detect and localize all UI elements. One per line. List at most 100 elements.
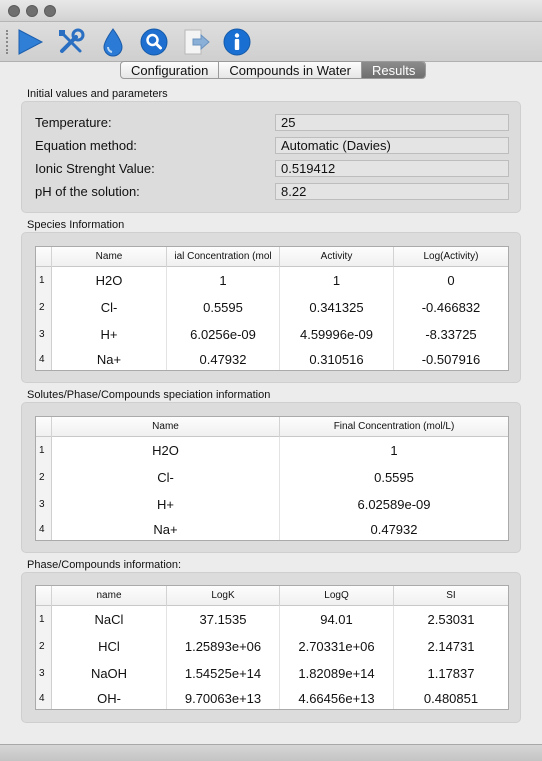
row-number: 3 bbox=[36, 491, 52, 518]
initial-values-group: Temperature: 25 Equation method: Automat… bbox=[21, 101, 521, 213]
ph-label: pH of the solution: bbox=[35, 184, 140, 199]
run-icon bbox=[18, 29, 44, 55]
cell-name: H+ bbox=[52, 321, 167, 348]
cell-name: NaOH bbox=[52, 660, 167, 687]
equation-method-field[interactable]: Automatic (Davies) bbox=[275, 137, 509, 154]
toolbar bbox=[0, 22, 542, 62]
cell-logq: 4.66456e+13 bbox=[280, 687, 394, 709]
water-drop-icon bbox=[103, 28, 123, 57]
cell-name: H2O bbox=[52, 437, 280, 464]
column-header-final-concentration[interactable]: Final Concentration (mol/L) bbox=[280, 417, 508, 437]
row-number: 3 bbox=[36, 660, 52, 687]
toolbar-grip[interactable] bbox=[6, 30, 8, 54]
solutes-table[interactable]: Name Final Concentration (mol/L) 1 H2O 1… bbox=[35, 416, 509, 541]
phase-table-header: name LogK LogQ SI bbox=[36, 586, 508, 606]
cell-name: Cl- bbox=[52, 464, 280, 491]
table-row[interactable]: 4 Na+ 0.47932 bbox=[36, 518, 508, 540]
row-number: 1 bbox=[36, 437, 52, 464]
cell-concentration: 1 bbox=[167, 267, 280, 294]
tab-results[interactable]: Results bbox=[361, 62, 426, 78]
cell-log-activity: 0 bbox=[447, 273, 455, 288]
ionic-strength-row: Ionic Strenght Value: 0.519412 bbox=[35, 160, 515, 178]
column-header-si[interactable]: SI bbox=[394, 586, 508, 606]
ionic-strength-field[interactable]: 0.519412 bbox=[275, 160, 509, 177]
minimize-window-button[interactable] bbox=[26, 5, 38, 17]
row-number: 4 bbox=[36, 687, 52, 709]
cell-si: 1.17837 bbox=[427, 666, 475, 681]
phase-title: Phase/Compounds information: bbox=[27, 559, 182, 571]
tab-compounds-in-water[interactable]: Compounds in Water bbox=[219, 62, 362, 78]
temperature-row: Temperature: 25 bbox=[35, 114, 515, 132]
column-header-name[interactable]: name bbox=[52, 586, 167, 606]
export-button[interactable] bbox=[180, 26, 212, 58]
row-number: 2 bbox=[36, 633, 52, 660]
export-icon bbox=[184, 29, 210, 55]
cell-activity: 4.59996e-09 bbox=[280, 321, 394, 348]
cell-log-activity: -0.507916 bbox=[421, 351, 481, 367]
row-number: 2 bbox=[36, 464, 52, 491]
table-row[interactable]: 2 HCl 1.25893e+06 2.70331e+06 2.14731 bbox=[36, 633, 508, 660]
column-header-name[interactable]: Name bbox=[52, 417, 280, 437]
initial-values-title: Initial values and parameters bbox=[27, 88, 168, 100]
cell-name: HCl bbox=[52, 633, 167, 660]
info-button[interactable] bbox=[221, 26, 253, 58]
cell-name: Cl- bbox=[52, 294, 167, 321]
row-number: 2 bbox=[36, 294, 52, 321]
tab-configuration[interactable]: Configuration bbox=[121, 62, 220, 78]
cell-logk: 1.54525e+14 bbox=[167, 660, 280, 687]
column-header-initial-concentration[interactable]: ial Concentration (mol bbox=[167, 247, 280, 267]
species-table-header: Name ial Concentration (mol Activity Log… bbox=[36, 247, 508, 267]
temperature-label: Temperature: bbox=[35, 115, 112, 130]
cell-activity: 0.310516 bbox=[280, 348, 394, 370]
row-number-header bbox=[36, 417, 52, 437]
table-row[interactable]: 4 OH- 9.70063e+13 4.66456e+13 0.480851 bbox=[36, 687, 508, 709]
zoom-window-button[interactable] bbox=[44, 5, 56, 17]
table-row[interactable]: 3 H+ 6.02589e-09 bbox=[36, 491, 508, 518]
table-row[interactable]: 2 Cl- 0.5595 0.341325 -0.466832 bbox=[36, 294, 508, 321]
column-header-logk[interactable]: LogK bbox=[167, 586, 280, 606]
cell-si: 2.14731 bbox=[427, 639, 475, 654]
table-row[interactable]: 3 H+ 6.0256e-09 4.59996e-09 -8.33725 bbox=[36, 321, 508, 348]
table-row[interactable]: 4 Na+ 0.47932 0.310516 -0.507916 bbox=[36, 348, 508, 370]
search-button[interactable] bbox=[138, 26, 170, 58]
table-row[interactable]: 3 NaOH 1.54525e+14 1.82089e+14 1.17837 bbox=[36, 660, 508, 687]
cell-logk: 9.70063e+13 bbox=[167, 687, 280, 709]
temperature-field[interactable]: 25 bbox=[275, 114, 509, 131]
species-table[interactable]: Name ial Concentration (mol Activity Log… bbox=[35, 246, 509, 371]
phase-group: name LogK LogQ SI 1 NaCl 37.1535 94.01 2… bbox=[21, 572, 521, 723]
close-window-button[interactable] bbox=[8, 5, 20, 17]
cell-final-concentration: 1 bbox=[390, 443, 398, 458]
table-row[interactable]: 1 H2O 1 bbox=[36, 437, 508, 464]
cell-name: H2O bbox=[52, 267, 167, 294]
cell-final-concentration: 0.47932 bbox=[370, 521, 418, 537]
column-header-log-activity[interactable]: Log(Activity) bbox=[394, 247, 508, 267]
cell-name: NaCl bbox=[52, 606, 167, 633]
status-bar bbox=[0, 744, 542, 761]
solutes-group: Name Final Concentration (mol/L) 1 H2O 1… bbox=[21, 402, 521, 553]
run-button[interactable] bbox=[14, 26, 46, 58]
table-row[interactable]: 2 Cl- 0.5595 bbox=[36, 464, 508, 491]
row-number: 4 bbox=[36, 518, 52, 540]
cell-si: 0.480851 bbox=[423, 690, 479, 706]
table-row[interactable]: 1 NaCl 37.1535 94.01 2.53031 bbox=[36, 606, 508, 633]
solutes-title: Solutes/Phase/Compounds speciation infor… bbox=[27, 389, 271, 401]
column-header-name[interactable]: Name bbox=[52, 247, 167, 267]
phase-table[interactable]: name LogK LogQ SI 1 NaCl 37.1535 94.01 2… bbox=[35, 585, 509, 710]
tab-bar: Configuration Compounds in Water Results bbox=[120, 61, 427, 79]
row-number: 4 bbox=[36, 348, 52, 370]
ph-field[interactable]: 8.22 bbox=[275, 183, 509, 200]
cell-name: Na+ bbox=[52, 518, 280, 540]
cell-concentration: 6.0256e-09 bbox=[167, 321, 280, 348]
column-header-logq[interactable]: LogQ bbox=[280, 586, 394, 606]
water-button[interactable] bbox=[97, 26, 129, 58]
cell-final-concentration: 6.02589e-09 bbox=[357, 497, 431, 512]
row-number: 1 bbox=[36, 606, 52, 633]
row-number-header bbox=[36, 247, 52, 267]
tools-button[interactable] bbox=[55, 26, 87, 58]
cell-final-concentration: 0.5595 bbox=[374, 470, 414, 485]
ionic-strength-label: Ionic Strenght Value: bbox=[35, 161, 155, 176]
column-header-activity[interactable]: Activity bbox=[280, 247, 394, 267]
table-row[interactable]: 1 H2O 1 1 0 bbox=[36, 267, 508, 294]
cell-name: OH- bbox=[52, 687, 167, 709]
cell-logq: 1.82089e+14 bbox=[280, 660, 394, 687]
